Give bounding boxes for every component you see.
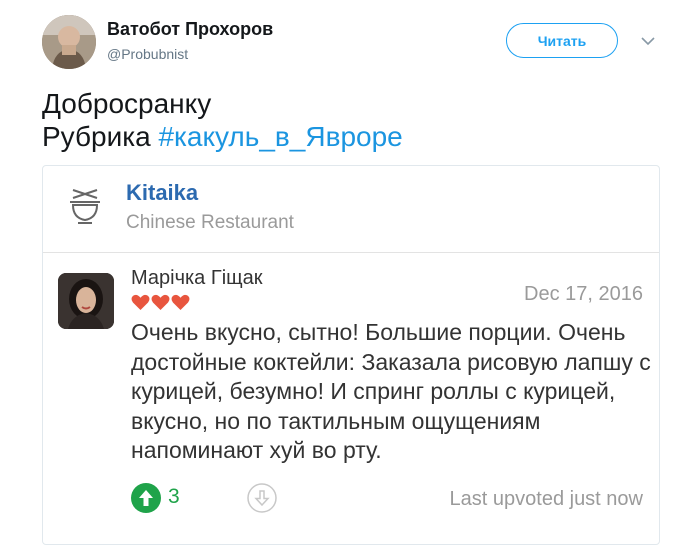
embedded-image-card[interactable]: Kitaika Chinese Restaurant Марічка Гіщак… <box>42 165 660 545</box>
heart-icon <box>131 294 150 311</box>
reviewer-name: Марічка Гіщак <box>131 267 263 289</box>
reviewer-avatar <box>58 273 114 329</box>
bowl-logo-icon <box>67 186 103 226</box>
last-upvoted-text: Last upvoted just now <box>449 488 643 510</box>
author-avatar[interactable] <box>42 15 96 69</box>
upvote-arrow-icon[interactable] <box>131 483 161 513</box>
rating-hearts <box>131 294 190 311</box>
follow-button[interactable]: Читать <box>506 23 618 58</box>
tweet-text-line1: Добросранку <box>42 88 212 119</box>
hashtag-link[interactable]: #какуль_в_Яврope <box>158 121 402 152</box>
downvote-arrow-icon[interactable] <box>247 483 277 513</box>
chevron-down-icon[interactable] <box>638 32 658 50</box>
restaurant-type: Chinese Restaurant <box>126 212 294 233</box>
heart-icon <box>171 294 190 311</box>
divider <box>43 252 659 253</box>
author-handle[interactable]: @Probubnist <box>107 46 188 62</box>
restaurant-name: Kitaika <box>126 180 199 205</box>
upvote-count: 3 <box>168 485 180 508</box>
author-name[interactable]: Ватобот Прохоров <box>107 19 273 40</box>
tweet-text-line2: Рубрика #какуль_в_Яврope <box>42 121 403 153</box>
review-text: Очень вкусно, сытно! Большие порции. Оче… <box>131 319 651 463</box>
heart-icon <box>151 294 170 311</box>
review-date: Dec 17, 2016 <box>524 283 643 305</box>
tweet-text-prefix: Рубрика <box>42 121 159 152</box>
tweet: Ватобот Прохоров @Probubnist Читать Добр… <box>0 0 697 545</box>
